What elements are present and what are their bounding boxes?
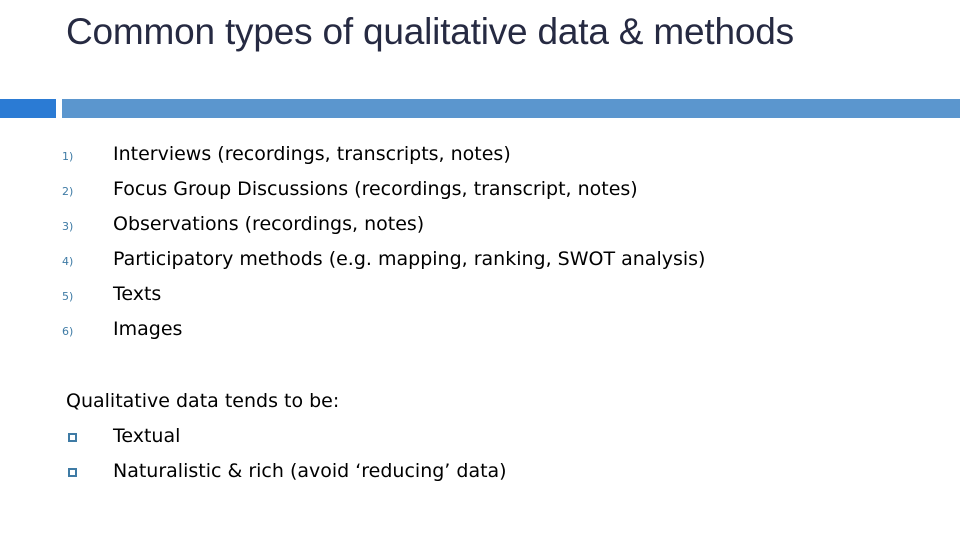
list-item: 5) Texts	[0, 279, 960, 314]
list-marker: 4)	[62, 255, 74, 268]
list-marker: 1)	[62, 150, 74, 163]
list-marker: 6)	[62, 325, 74, 338]
list-item: 4) Participatory methods (e.g. mapping, …	[0, 244, 960, 279]
list-item: 6) Images	[0, 314, 960, 349]
list-item-label: Interviews (recordings, transcripts, not…	[113, 143, 511, 165]
list-item-label: Participatory methods (e.g. mapping, ran…	[113, 248, 706, 270]
square-bullet-icon	[68, 468, 77, 477]
title-divider	[0, 99, 960, 118]
numbered-list: 1) Interviews (recordings, transcripts, …	[0, 139, 960, 349]
slide-title-block: Common types of qualitative data & metho…	[66, 8, 896, 56]
list-item: Naturalistic & rich (avoid ‘reducing’ da…	[0, 456, 960, 491]
list-item-label: Focus Group Discussions (recordings, tra…	[113, 178, 638, 200]
list-item-label: Texts	[113, 283, 162, 305]
list-item: Textual	[0, 421, 960, 456]
square-bullet-icon	[68, 433, 77, 442]
list-item: 3) Observations (recordings, notes)	[0, 209, 960, 244]
list-item: 1) Interviews (recordings, transcripts, …	[0, 139, 960, 174]
list-marker: 2)	[62, 185, 74, 198]
page-title: Common types of qualitative data & metho…	[66, 11, 794, 52]
divider-rule	[62, 99, 960, 118]
list-item-label: Observations (recordings, notes)	[113, 213, 425, 235]
list-marker: 5)	[62, 290, 74, 303]
list-item: 2) Focus Group Discussions (recordings, …	[0, 174, 960, 209]
list-marker: 3)	[62, 220, 74, 233]
list-item-label: Naturalistic & rich (avoid ‘reducing’ da…	[113, 460, 507, 482]
list-item-label: Textual	[113, 425, 181, 447]
list-item-label: Images	[113, 318, 183, 340]
divider-accent-block	[0, 99, 56, 118]
lower-section-lead: Qualitative data tends to be:	[66, 390, 340, 412]
slide-canvas: Common types of qualitative data & metho…	[0, 0, 960, 540]
bullet-list: Textual Naturalistic & rich (avoid ‘redu…	[0, 421, 960, 491]
